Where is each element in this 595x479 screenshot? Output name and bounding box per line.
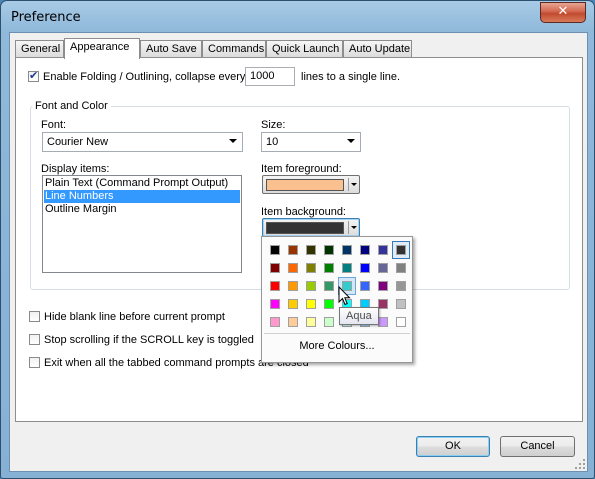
item-background-picker[interactable] bbox=[262, 218, 360, 237]
item-background-label: Item background: bbox=[261, 206, 346, 218]
close-icon: ✕ bbox=[557, 4, 569, 19]
chevron-down-icon bbox=[351, 183, 357, 186]
palette-color-cell[interactable] bbox=[270, 299, 280, 309]
preference-window: Preference ✕ General Appearance Auto Sav… bbox=[0, 0, 595, 479]
font-label: Font: bbox=[41, 119, 67, 131]
collapse-lines-input[interactable]: 1000 bbox=[245, 67, 295, 86]
palette-color-cell[interactable] bbox=[360, 281, 370, 291]
item-foreground-label: Item foreground: bbox=[261, 163, 342, 175]
ok-button[interactable]: OK bbox=[416, 436, 490, 457]
palette-color-cell[interactable] bbox=[288, 317, 298, 327]
palette-color-cell[interactable] bbox=[270, 263, 280, 273]
font-select[interactable]: Courier New bbox=[42, 132, 243, 152]
tab-auto-update[interactable]: Auto Update bbox=[343, 40, 412, 57]
palette-color-cell[interactable] bbox=[378, 245, 388, 255]
palette-color-cell[interactable] bbox=[396, 263, 406, 273]
item-foreground-picker[interactable] bbox=[262, 175, 360, 194]
foreground-swatch bbox=[266, 179, 344, 191]
mouse-cursor-icon bbox=[338, 286, 351, 306]
close-button[interactable]: ✕ bbox=[540, 2, 586, 23]
hide-blank-line-label: Hide blank line before current prompt bbox=[44, 311, 225, 323]
tab-general[interactable]: General bbox=[15, 40, 64, 57]
stop-scrolling-label: Stop scrolling if the SCROLL key is togg… bbox=[44, 334, 254, 346]
palette-color-cell[interactable] bbox=[378, 281, 388, 291]
palette-color-cell[interactable] bbox=[378, 317, 388, 327]
window-title: Preference bbox=[11, 10, 81, 25]
cancel-button[interactable]: Cancel bbox=[500, 436, 575, 457]
palette-color-cell[interactable] bbox=[288, 299, 298, 309]
resize-grip-icon[interactable] bbox=[575, 459, 585, 469]
font-select-value: Courier New bbox=[47, 136, 109, 148]
palette-color-cell[interactable] bbox=[324, 245, 334, 255]
palette-color-cell[interactable] bbox=[270, 245, 280, 255]
palette-color-cell[interactable] bbox=[306, 245, 316, 255]
collapse-lines-suffix: lines to a single line. bbox=[301, 71, 401, 83]
palette-color-cell[interactable] bbox=[306, 263, 316, 273]
picker-separator bbox=[348, 221, 349, 234]
palette-divider bbox=[264, 333, 410, 334]
more-colours-button[interactable]: More Colours... bbox=[262, 340, 412, 352]
palette-color-cell[interactable] bbox=[378, 263, 388, 273]
chevron-down-icon bbox=[351, 226, 357, 229]
palette-color-cell[interactable] bbox=[396, 281, 406, 291]
color-palette-popup: More Colours... bbox=[261, 236, 413, 363]
size-label: Size: bbox=[261, 119, 286, 131]
palette-color-cell[interactable] bbox=[324, 317, 334, 327]
stop-scrolling-checkbox[interactable] bbox=[29, 334, 40, 345]
palette-color-cell[interactable] bbox=[270, 281, 280, 291]
display-items-label: Display items: bbox=[41, 163, 110, 175]
palette-color-cell[interactable] bbox=[288, 281, 298, 291]
list-item[interactable]: Plain Text (Command Prompt Output) bbox=[44, 177, 240, 190]
palette-color-cell[interactable] bbox=[360, 263, 370, 273]
list-item-selected[interactable]: Line Numbers bbox=[44, 190, 240, 203]
color-tooltip: Aqua bbox=[339, 307, 379, 325]
size-select[interactable]: 10 bbox=[261, 132, 361, 152]
palette-color-cell[interactable] bbox=[396, 299, 406, 309]
tab-quick-launch[interactable]: Quick Launch bbox=[266, 40, 343, 57]
list-item[interactable]: Outline Margin bbox=[44, 203, 240, 216]
font-color-group-title: Font and Color bbox=[32, 100, 111, 112]
palette-color-cell[interactable] bbox=[378, 299, 388, 309]
background-swatch bbox=[266, 222, 344, 234]
palette-color-cell[interactable] bbox=[324, 299, 334, 309]
palette-color-cell[interactable] bbox=[324, 281, 334, 291]
enable-folding-checkbox[interactable] bbox=[28, 69, 39, 82]
palette-color-cell[interactable] bbox=[342, 263, 352, 273]
palette-color-cell[interactable] bbox=[306, 299, 316, 309]
palette-color-cell[interactable] bbox=[306, 281, 316, 291]
hide-blank-line-checkbox[interactable] bbox=[29, 311, 40, 322]
palette-color-cell[interactable] bbox=[324, 263, 334, 273]
tab-commands[interactable]: Commands bbox=[202, 40, 266, 57]
palette-color-cell[interactable] bbox=[288, 263, 298, 273]
tab-appearance[interactable]: Appearance bbox=[64, 38, 140, 59]
display-items-list[interactable]: Plain Text (Command Prompt Output) Line … bbox=[42, 175, 242, 273]
palette-color-cell[interactable] bbox=[306, 317, 316, 327]
palette-color-cell[interactable] bbox=[396, 245, 406, 255]
tab-auto-save[interactable]: Auto Save bbox=[140, 40, 202, 57]
title-bar[interactable]: Preference ✕ bbox=[1, 1, 594, 33]
palette-color-cell[interactable] bbox=[360, 245, 370, 255]
picker-separator bbox=[348, 178, 349, 191]
palette-color-cell[interactable] bbox=[288, 245, 298, 255]
palette-color-cell[interactable] bbox=[270, 317, 280, 327]
chevron-down-icon bbox=[229, 139, 237, 143]
palette-color-cell[interactable] bbox=[396, 317, 406, 327]
size-select-value: 10 bbox=[266, 136, 279, 148]
chevron-down-icon bbox=[347, 139, 355, 143]
exit-when-closed-checkbox[interactable] bbox=[29, 357, 40, 368]
palette-color-cell[interactable] bbox=[342, 245, 352, 255]
enable-folding-label: Enable Folding / Outlining, collapse eve… bbox=[43, 71, 246, 83]
